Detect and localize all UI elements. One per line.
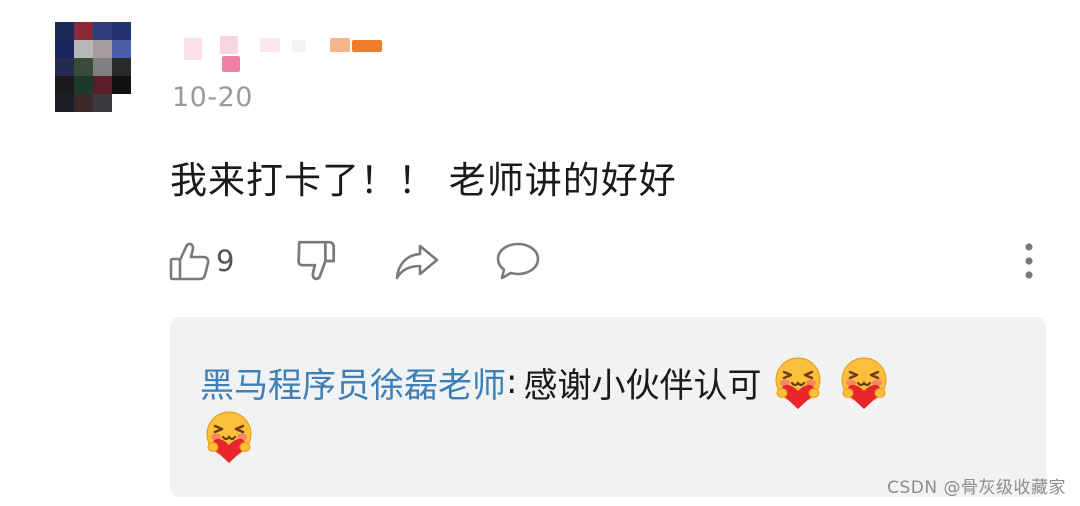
avatar-pixel <box>93 76 112 94</box>
avatar-pixel <box>74 94 93 112</box>
username-blurred[interactable] <box>180 32 400 78</box>
avatar-pixel <box>112 40 131 58</box>
thumbs-up-icon <box>168 239 212 283</box>
share-arrow-icon <box>393 238 441 284</box>
avatar-pixel <box>93 58 112 76</box>
dislike-button[interactable] <box>294 236 340 286</box>
username-pixel <box>260 38 280 52</box>
blush-heart-emoji-icon <box>835 353 893 411</box>
reply-emoji-row <box>200 407 258 465</box>
csdn-watermark: CSDN @骨灰级收藏家 <box>887 478 1066 498</box>
avatar-pixel <box>93 94 112 112</box>
chat-bubble-icon <box>494 238 542 284</box>
blush-heart-emoji-icon <box>769 353 827 411</box>
like-count: 9 <box>216 244 235 278</box>
username-pixel <box>352 40 382 52</box>
comment-date: 10-20 <box>172 82 253 113</box>
avatar-pixel <box>74 40 93 58</box>
avatar-pixel <box>112 76 131 94</box>
reply-author-link[interactable]: 黑马程序员徐磊老师 <box>200 358 506 407</box>
reply-text: 感谢小伙伴认可 <box>523 365 762 406</box>
avatar-pixel <box>93 22 112 40</box>
avatar-pixel <box>55 40 74 58</box>
avatar-pixel <box>74 76 93 94</box>
avatar-pixel <box>93 40 112 58</box>
thumbs-down-icon <box>294 238 340 284</box>
blush-heart-emoji-icon <box>200 407 258 465</box>
username-pixel <box>220 36 238 54</box>
avatar-pixel <box>74 22 93 40</box>
like-button[interactable]: 9 <box>168 236 234 286</box>
user-avatar[interactable] <box>55 22 131 112</box>
more-vertical-icon <box>1014 238 1044 284</box>
username-pixel <box>330 38 350 52</box>
username-pixel <box>292 40 306 52</box>
avatar-pixel <box>55 94 74 112</box>
username-pixel <box>184 38 202 60</box>
avatar-pixel <box>55 76 74 94</box>
reply-line: 黑马程序员徐磊老师 : 感谢小伙伴认可 <box>200 353 893 411</box>
share-button[interactable] <box>393 236 441 286</box>
avatar-pixel <box>55 22 74 40</box>
avatar-pixel <box>55 58 74 76</box>
more-options-button[interactable] <box>1014 236 1044 286</box>
reply-separator: : <box>506 362 518 402</box>
avatar-pixel <box>112 94 131 112</box>
comment-text: 我来打卡了！！ 老师讲的好好 <box>170 159 677 202</box>
username-pixel <box>222 56 240 72</box>
reply-button[interactable] <box>494 236 542 286</box>
reply-box: 黑马程序员徐磊老师 : 感谢小伙伴认可 <box>170 317 1046 497</box>
avatar-pixel <box>112 22 131 40</box>
avatar-pixel <box>74 58 93 76</box>
avatar-pixel <box>112 58 131 76</box>
